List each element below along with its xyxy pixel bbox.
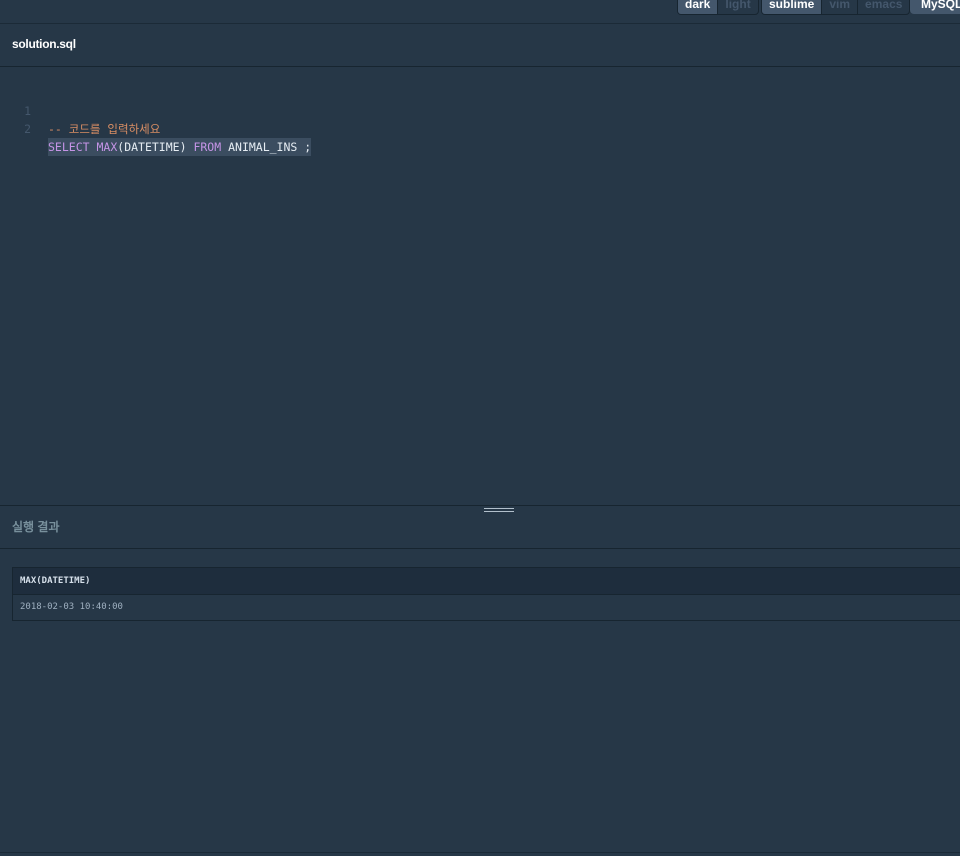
table-name: ANIMAL_INS ; <box>228 140 312 154</box>
bottom-divider <box>0 852 960 853</box>
code-selection: SELECT MAX(DATETIME) FROM ANIMAL_INS ; <box>48 138 312 156</box>
function-args: (DATETIME) <box>117 140 187 154</box>
code-line: 2 SELECT MAX(DATETIME) FROM ANIMAL_INS ; <box>0 102 312 156</box>
keyword-from: FROM <box>193 140 222 154</box>
language-select[interactable]: MySQL <box>910 0 960 14</box>
code-editor[interactable]: 1 -- 코드를 입력하세요 2 SELECT MAX(DATETIME) FR… <box>0 68 960 505</box>
editor-toolbar: dark light sublime vim emacs MySQL <box>0 0 960 24</box>
code-line: 1 -- 코드를 입력하세요 <box>0 84 160 136</box>
line-number: 2 <box>24 122 31 136</box>
function-max: MAX <box>96 140 118 154</box>
table-row: 2018-02-03 10:40:00 <box>20 602 123 612</box>
theme-toggle-group: dark light <box>677 0 759 15</box>
table-header-cell: MAX(DATETIME) <box>13 568 960 595</box>
theme-dark-button[interactable]: dark <box>678 0 718 14</box>
keymap-sublime-button[interactable]: sublime <box>762 0 822 14</box>
keyword-select: SELECT <box>48 140 90 154</box>
theme-light-button[interactable]: light <box>717 0 757 14</box>
sql-editor-app: dark light sublime vim emacs MySQL solut… <box>0 0 960 856</box>
result-title: 실행 결과 <box>12 520 60 534</box>
result-header: 실행 결과 <box>0 506 960 549</box>
result-table: MAX(DATETIME) 2018-02-03 10:40:00 <box>12 567 960 621</box>
file-tab[interactable]: solution.sql <box>12 37 76 51</box>
keymap-toggle-group: sublime vim emacs <box>761 0 911 15</box>
keymap-emacs-button[interactable]: emacs <box>857 0 909 14</box>
file-tab-bar: solution.sql <box>0 24 960 67</box>
keymap-vim-button[interactable]: vim <box>821 0 857 14</box>
code-comment: -- 코드를 입력하세요 <box>48 122 161 136</box>
